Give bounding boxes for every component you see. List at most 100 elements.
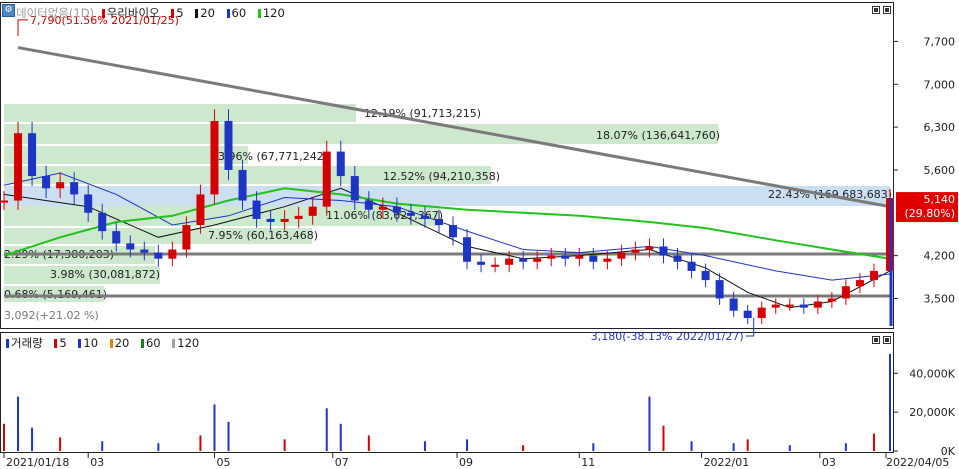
- volume-ma-20: 20: [109, 336, 134, 350]
- settings-icon[interactable]: ⚙: [2, 4, 15, 17]
- price-candle: [701, 270, 710, 281]
- volume-profile-label: 7.95% (60,163,468): [208, 229, 318, 242]
- volume-ma-5: 5: [54, 336, 70, 350]
- price-candle: [673, 255, 682, 262]
- x-axis-label: 2022/01: [704, 456, 750, 469]
- price-candle: [434, 218, 443, 226]
- price-candle: [364, 200, 373, 210]
- price-candle: [743, 310, 752, 319]
- min-label: 3,092(+21.02 %): [4, 309, 99, 322]
- price-candle: [336, 151, 345, 177]
- price-candle: [14, 133, 23, 201]
- volume-bar: [889, 353, 891, 451]
- price-y-tick-label: 4,200: [924, 250, 956, 263]
- price-candle: [505, 258, 514, 265]
- x-axis-label: 2022/04/05: [886, 456, 949, 469]
- volume-bar: [592, 443, 595, 451]
- price-candle: [266, 218, 275, 222]
- volume-pane-close-button[interactable]: [883, 336, 891, 344]
- price-candle: [771, 304, 780, 308]
- price-candle: [869, 270, 878, 281]
- volume-bar: [872, 433, 875, 451]
- price-candle: [687, 261, 696, 271]
- x-axis-label: 07: [335, 456, 349, 469]
- price-ma-5: 5: [171, 6, 187, 20]
- volume-bar: [732, 443, 735, 451]
- price-candle: [28, 133, 37, 177]
- price-candle: [785, 304, 794, 307]
- x-axis-label: 2021/01/18: [6, 456, 69, 469]
- price-candle: [799, 304, 808, 308]
- volume-bar: [213, 404, 216, 451]
- price-candle: [182, 225, 191, 250]
- price-ma-20: 20: [195, 6, 219, 20]
- price-candle: [392, 206, 401, 213]
- price-candle: [659, 246, 668, 256]
- price-candle: [491, 264, 500, 267]
- volume-y-tick-label: 40,000K: [909, 367, 955, 380]
- volume-profile-label: 12.52% (94,210,358): [383, 170, 500, 183]
- high-marker: [17, 19, 29, 36]
- price-candle: [224, 120, 233, 170]
- volume-ma-60: 60: [140, 336, 165, 350]
- volume-bar: [844, 443, 847, 451]
- price-candle: [841, 286, 850, 299]
- price-ma-60: 60: [226, 6, 251, 20]
- volume-bar: [466, 439, 469, 451]
- volume-bar: [283, 439, 286, 451]
- price-pane-close-button[interactable]: [883, 6, 891, 14]
- price-candle: [477, 261, 486, 265]
- volume-bar: [788, 445, 791, 451]
- price-candle: [406, 212, 415, 216]
- volume-profile-label: 18.07% (136,641,760): [596, 129, 720, 142]
- price-y-tick-label: 3,500: [924, 292, 956, 305]
- price-candle: [547, 255, 556, 259]
- volume-title: 거래량: [6, 336, 47, 350]
- price-candle: [308, 206, 317, 216]
- chart-canvas: 12.19% (91,713,215)18.07% (136,641,760)3…: [0, 2, 958, 469]
- price-series-name: 데이터없음(1D): [16, 6, 95, 20]
- price-candle: [56, 182, 65, 189]
- price-candle: [519, 258, 528, 262]
- price-candle: [715, 280, 724, 299]
- volume-bar: [423, 441, 426, 451]
- volume-bar: [648, 396, 651, 451]
- price-candle: [449, 225, 458, 238]
- price-candle: [589, 255, 598, 262]
- volume-ma-10: 10: [78, 336, 102, 350]
- price-candle: [378, 206, 387, 210]
- volume-bar: [325, 408, 328, 451]
- volume-bar: [522, 445, 525, 451]
- low-label: 3,180(-38.13% 2022/01/27): [591, 330, 744, 343]
- volume-bar: [3, 423, 5, 451]
- current-change-label: (29.80%): [904, 207, 955, 220]
- volume-y-tick-label: 20,000K: [909, 406, 955, 419]
- volume-pane-frame: [0, 332, 894, 453]
- price-candle: [0, 200, 8, 203]
- price-candle: [827, 298, 836, 302]
- price-candle: [322, 151, 331, 207]
- price-candle: [238, 169, 247, 201]
- volume-legend: 거래량 5 10 20 60 120: [6, 336, 207, 350]
- volume-profile-label: 11.06% (83,627,367): [326, 209, 443, 222]
- price-candle: [98, 212, 107, 232]
- volume-bar: [157, 443, 160, 451]
- volume-bar: [690, 441, 693, 451]
- price-candle: [729, 298, 738, 311]
- price-y-tick-label: 5,600: [924, 164, 956, 177]
- price-y-tick-label: 7,700: [924, 35, 956, 48]
- volume-bar: [662, 425, 665, 451]
- price-candle: [603, 258, 612, 262]
- x-axis-label: 09: [459, 456, 473, 469]
- volume-bar: [227, 421, 230, 451]
- x-axis-label: 03: [90, 456, 104, 469]
- volume-bar: [59, 437, 62, 451]
- price-candle: [294, 215, 303, 219]
- volume-ma-120: 120: [172, 336, 203, 350]
- price-y-tick-label: 6,300: [924, 121, 956, 134]
- volume-pane-restore-button[interactable]: [872, 336, 880, 344]
- price-candle: [631, 249, 640, 253]
- price-pane-restore-button[interactable]: [872, 6, 880, 14]
- x-axis-label: 05: [216, 456, 230, 469]
- price-candle: [533, 258, 542, 262]
